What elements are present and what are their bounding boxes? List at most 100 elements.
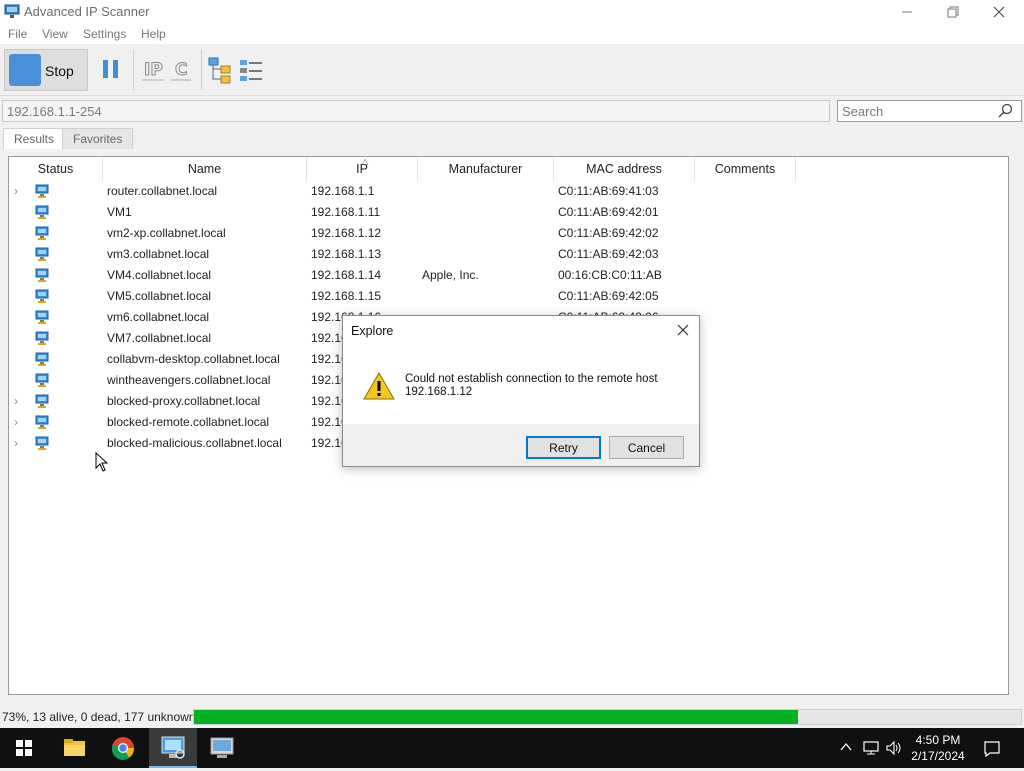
column-header-status[interactable]: Status xyxy=(9,157,103,181)
close-icon xyxy=(993,6,1005,18)
tab-results[interactable]: Results xyxy=(3,128,66,149)
warning-icon xyxy=(363,371,395,400)
cell-name: blocked-remote.collabnet.local xyxy=(107,415,270,429)
ip-button[interactable]: IP xyxy=(138,53,170,87)
host-alive-icon xyxy=(35,310,49,324)
scan-status-text: 73%, 13 alive, 0 dead, 177 unknown xyxy=(2,710,196,724)
host-alive-icon xyxy=(35,268,49,282)
action-center-icon[interactable] xyxy=(983,740,1001,758)
network-tree-button[interactable] xyxy=(205,53,237,87)
table-row[interactable]: › router.collabnet.local 192.168.1.1 C0:11:… xyxy=(9,181,1008,202)
cell-name: VM7.collabnet.local xyxy=(107,331,212,345)
window-title: Advanced IP Scanner xyxy=(24,4,150,19)
menu-file[interactable]: File xyxy=(8,27,27,41)
menu-help[interactable]: Help xyxy=(141,27,166,41)
column-header-manufacturer[interactable]: Manufacturer xyxy=(418,157,554,181)
mouse-cursor-icon xyxy=(95,452,109,472)
start-button[interactable] xyxy=(0,728,48,768)
expand-chevron-icon[interactable]: › xyxy=(14,184,24,198)
volume-icon[interactable] xyxy=(885,740,903,756)
dialog-message-line-2: 192.168.1.12 xyxy=(405,386,473,398)
restore-icon xyxy=(947,6,959,18)
toolbar-separator xyxy=(133,50,134,90)
cell-ip: 192.168.1.15 xyxy=(311,289,382,303)
expand-chevron-icon[interactable]: › xyxy=(14,415,24,429)
clock-date[interactable]: 2/17/2024 xyxy=(906,749,970,763)
column-header-name[interactable]: Name xyxy=(103,157,307,181)
ip-icon: IP xyxy=(142,60,164,81)
scan-progress-bar xyxy=(193,709,1022,725)
stop-label: Stop xyxy=(45,63,74,79)
column-header-comments[interactable]: Comments xyxy=(695,157,796,181)
host-alive-icon xyxy=(35,373,49,387)
cell-mac: C0:11:AB:69:41:03 xyxy=(558,184,659,198)
table-row[interactable]: VM5.collabnet.local 192.168.1.15 C0:11:AB:… xyxy=(9,286,1008,307)
stop-button[interactable]: Stop xyxy=(4,49,88,91)
file-explorer-icon xyxy=(64,739,85,756)
network-tree-icon xyxy=(208,57,231,84)
pause-button[interactable] xyxy=(95,53,127,87)
taskbar-file-explorer[interactable] xyxy=(50,728,98,768)
clock-time[interactable]: 4:50 PM xyxy=(910,733,966,747)
network-icon[interactable] xyxy=(862,740,880,756)
cell-name: blocked-proxy.collabnet.local xyxy=(107,394,261,408)
taskbar-remote-desktop[interactable] xyxy=(198,728,246,768)
dialog-message: Could not establish connection to the re… xyxy=(405,373,658,399)
progress-fill xyxy=(194,710,798,724)
taskbar-advanced-ip-scanner[interactable] xyxy=(149,728,197,768)
dialog-close-icon[interactable] xyxy=(677,324,689,336)
table-row[interactable]: vm2-xp.collabnet.local 192.168.1.12 C0:11:… xyxy=(9,223,1008,244)
toolbar-separator xyxy=(201,50,202,90)
tab-favorites[interactable]: Favorites xyxy=(62,128,134,149)
cell-ip: 192.168.1.11 xyxy=(311,205,381,219)
chrome-icon xyxy=(111,737,135,760)
table-row[interactable]: VM1 192.168.1.11 C0:11:AB:69:42:01 xyxy=(9,202,1008,223)
advanced-ip-scanner-icon xyxy=(161,736,185,759)
cell-mac: C0:11:AB:69:42:02 xyxy=(558,226,659,240)
taskbar-chrome[interactable] xyxy=(99,728,147,768)
close-button[interactable] xyxy=(976,0,1022,24)
ip-range-input[interactable]: 192.168.1.1-254 xyxy=(2,100,830,122)
cell-name: blocked-malicious.collabnet.local xyxy=(107,436,282,450)
table-row[interactable]: vm3.collabnet.local 192.168.1.13 C0:11:AB:… xyxy=(9,244,1008,265)
c-icon: C xyxy=(171,60,191,81)
cell-name: vm2-xp.collabnet.local xyxy=(107,226,226,240)
host-alive-icon xyxy=(35,415,49,429)
show-hidden-icons-icon[interactable] xyxy=(839,740,853,754)
cell-name: VM4.collabnet.local xyxy=(107,268,212,282)
cell-manufacturer: Apple, Inc. xyxy=(422,268,479,282)
cell-mac: 00:16:CB:C0:11:AB xyxy=(558,268,662,282)
svg-text:IP: IP xyxy=(144,60,163,80)
app-icon xyxy=(4,4,20,18)
start-icon xyxy=(16,740,32,756)
search-input[interactable]: Search xyxy=(837,100,1022,122)
dialog-message-line-1: Could not establish connection to the re… xyxy=(405,373,658,385)
minimize-button[interactable] xyxy=(884,0,930,24)
expand-chevron-icon[interactable]: › xyxy=(14,436,24,450)
cell-name: VM1 xyxy=(107,205,132,219)
table-row[interactable]: VM4.collabnet.local 192.168.1.14 Apple, In… xyxy=(9,265,1008,286)
cell-ip: 192.168.1.12 xyxy=(311,226,382,240)
host-alive-icon xyxy=(35,352,49,366)
expand-chevron-icon[interactable]: › xyxy=(14,394,24,408)
cancel-button[interactable]: Cancel xyxy=(609,436,684,459)
svg-text:C: C xyxy=(175,60,187,80)
cell-name: VM5.collabnet.local xyxy=(107,289,212,303)
cell-mac: C0:11:AB:69:42:05 xyxy=(558,289,659,303)
explore-error-dialog: Explore Could not establish connection t… xyxy=(342,315,700,467)
retry-button[interactable]: Retry xyxy=(526,436,601,459)
dialog-title: Explore xyxy=(351,324,394,338)
cell-name: collabvm-desktop.collabnet.local xyxy=(107,352,280,366)
c-button[interactable]: C xyxy=(167,53,199,87)
cell-name: router.collabnet.local xyxy=(107,184,218,198)
menu-settings[interactable]: Settings xyxy=(83,27,126,41)
column-header-mac[interactable]: MAC address xyxy=(554,157,695,181)
restore-button[interactable] xyxy=(930,0,976,24)
host-alive-icon xyxy=(35,184,49,198)
search-icon[interactable] xyxy=(997,103,1013,119)
menu-view[interactable]: View xyxy=(42,27,68,41)
cell-name: vm6.collabnet.local xyxy=(107,310,210,324)
list-view-button[interactable] xyxy=(236,53,268,87)
cell-ip: 192.168.1.14 xyxy=(311,268,382,282)
host-alive-icon xyxy=(35,226,49,240)
